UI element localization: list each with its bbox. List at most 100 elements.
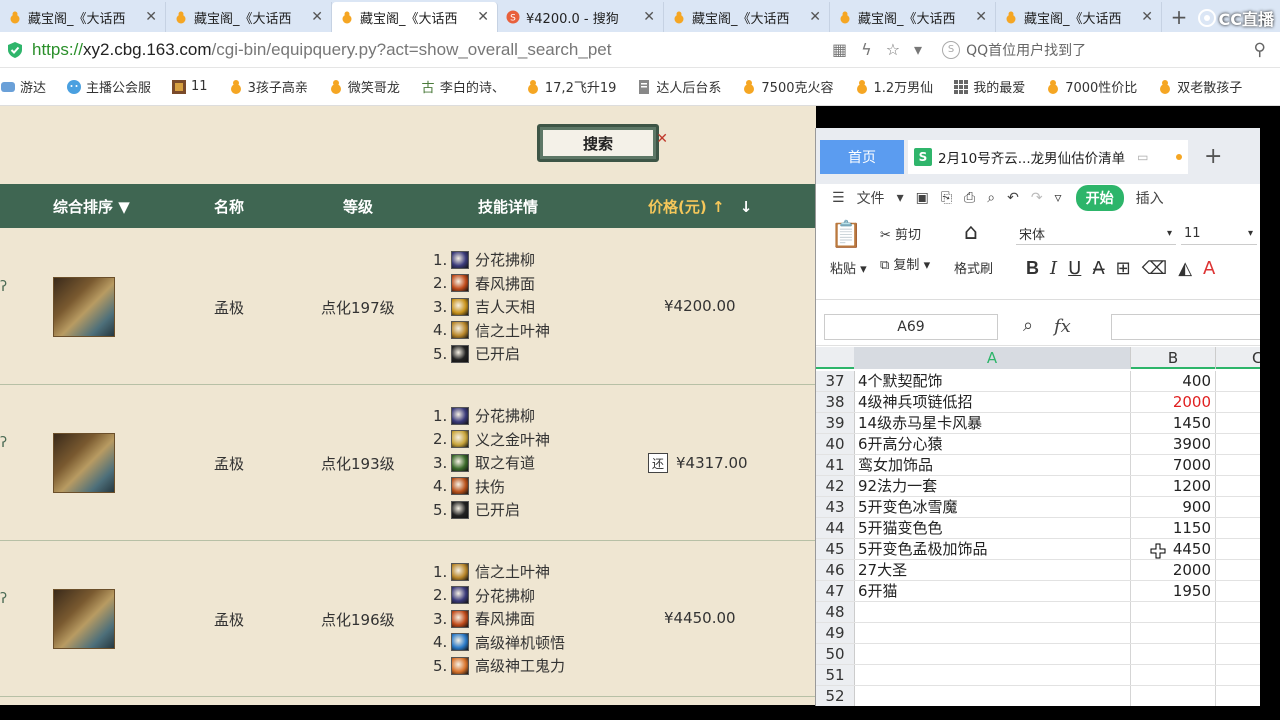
cell-c[interactable]: [1215, 518, 1260, 538]
bold-button[interactable]: B: [1026, 258, 1039, 279]
cell-c[interactable]: [1215, 497, 1260, 517]
cell-a[interactable]: 27大圣: [854, 560, 1130, 580]
skill-item[interactable]: 1. 分花拂柳: [433, 248, 550, 272]
skill-item[interactable]: 4. 高级禅机顿悟: [433, 631, 565, 655]
skill-item[interactable]: 1. 分花拂柳: [433, 404, 550, 428]
row-number[interactable]: 49: [816, 623, 854, 643]
column-header-a[interactable]: A: [854, 347, 1130, 369]
bookmark-item[interactable]: 达人后台系: [636, 77, 721, 96]
column-header-c[interactable]: C: [1215, 347, 1260, 369]
new-tab-button[interactable]: +: [1162, 2, 1196, 32]
row-number[interactable]: 38: [816, 392, 854, 412]
cell-c[interactable]: [1215, 371, 1260, 391]
underline-button[interactable]: U: [1068, 258, 1081, 279]
bookmark-item[interactable]: 微笑哥龙: [328, 77, 400, 96]
bookmark-item[interactable]: 3孩子高亲: [228, 77, 308, 96]
row-number[interactable]: 50: [816, 644, 854, 664]
cell-a[interactable]: [854, 602, 1130, 622]
row-number[interactable]: 43: [816, 497, 854, 517]
star-icon[interactable]: ☆: [886, 40, 900, 59]
pet-avatar[interactable]: [53, 589, 115, 649]
border-icon[interactable]: ⊞: [1116, 258, 1131, 279]
pet-name[interactable]: 孟极: [214, 297, 244, 318]
close-tab-icon[interactable]: ✕: [311, 9, 323, 25]
skill-item[interactable]: 2. 义之金叶神: [433, 428, 550, 452]
cell-c[interactable]: [1215, 665, 1260, 685]
pet-avatar[interactable]: [53, 277, 115, 337]
cell-a[interactable]: [854, 644, 1130, 664]
skill-item[interactable]: 3. 吉人天相: [433, 295, 550, 319]
cut-button[interactable]: ✂ 剪切: [880, 224, 921, 243]
browser-tab[interactable]: 藏宝阁_《大话西 ✕: [830, 2, 996, 32]
cell-b[interactable]: 1950: [1130, 581, 1215, 601]
search-icon[interactable]: ⚲: [1254, 40, 1266, 60]
cell-a[interactable]: 6开高分心猿: [854, 434, 1130, 454]
cell-a[interactable]: 5开变色冰雪魔: [854, 497, 1130, 517]
cell-c[interactable]: [1215, 686, 1260, 706]
bookmark-item[interactable]: 1.2万男仙: [854, 77, 933, 96]
address-search-suggestion[interactable]: S QQ首位用户找到了: [942, 40, 1253, 60]
cell-c[interactable]: [1215, 623, 1260, 643]
pet-listing-row[interactable]: ʔ 孟极 点化193级 1. 分花拂柳 2. 义之金叶神 3. 取之有道 4. 扶伤 5. 已开启 还 ¥4…: [0, 385, 816, 541]
bookmark-item[interactable]: 古李白的诗、: [420, 77, 505, 97]
cell-a[interactable]: 5开猫变色色: [854, 518, 1130, 538]
skill-item[interactable]: 4. 信之土叶神: [433, 319, 550, 343]
font-family-select[interactable]: 宋体 ▾: [1016, 223, 1176, 245]
cell-b[interactable]: 2000: [1130, 392, 1215, 412]
row-number[interactable]: 45: [816, 539, 854, 559]
paste-icon[interactable]: 📋: [830, 220, 862, 250]
skill-item[interactable]: 5. 高级神工鬼力: [433, 654, 565, 678]
monitor-icon[interactable]: ▭: [1137, 150, 1148, 164]
browser-tab[interactable]: 藏宝阁_《大话西 ✕: [332, 2, 498, 32]
cell-a[interactable]: [854, 665, 1130, 685]
chevron-down-icon[interactable]: ▾: [897, 190, 904, 206]
cell-b[interactable]: 1150: [1130, 518, 1215, 538]
skill-item[interactable]: 5. 已开启: [433, 342, 550, 366]
lightning-icon[interactable]: ϟ: [861, 40, 872, 59]
row-number[interactable]: 37: [816, 371, 854, 391]
cell-b[interactable]: 7000: [1130, 455, 1215, 475]
cell-a[interactable]: 4个默契配饰: [854, 371, 1130, 391]
pet-listing-row[interactable]: ʔ 孟极 点化196级 1. 信之土叶神 2. 分花拂柳 3. 春风拂面 4. 高级禅机顿悟 5. 高级…: [0, 541, 816, 697]
row-number[interactable]: 39: [816, 413, 854, 433]
cell-b[interactable]: 900: [1130, 497, 1215, 517]
file-menu[interactable]: 文件: [857, 188, 885, 208]
price-header[interactable]: 价格(元) ↑ ↓: [648, 196, 752, 217]
cell-b[interactable]: [1130, 665, 1215, 685]
haggle-badge[interactable]: 还: [648, 453, 668, 473]
column-header-b[interactable]: B: [1130, 347, 1215, 369]
close-tab-icon[interactable]: ✕: [643, 9, 655, 25]
cell-b[interactable]: [1130, 602, 1215, 622]
format-painter-button[interactable]: 格式刷: [954, 258, 993, 277]
browser-tab[interactable]: 藏宝阁_《大话西 ✕: [996, 2, 1162, 32]
cell-a[interactable]: 14级赤马星卡风暴: [854, 413, 1130, 433]
cell-b[interactable]: 400: [1130, 371, 1215, 391]
cell-a[interactable]: 4级神兵项链低招: [854, 392, 1130, 412]
cell-b[interactable]: 2000: [1130, 560, 1215, 580]
close-tab-icon[interactable]: ✕: [145, 9, 157, 25]
bookmark-item[interactable]: 17,2飞升19: [525, 77, 616, 96]
cell-a[interactable]: [854, 686, 1130, 706]
row-number[interactable]: 42: [816, 476, 854, 496]
cell-b[interactable]: 1450: [1130, 413, 1215, 433]
row-number[interactable]: 46: [816, 560, 854, 580]
close-tab-icon[interactable]: ✕: [477, 9, 489, 25]
skill-item[interactable]: 2. 春风拂面: [433, 272, 550, 296]
name-box[interactable]: A69: [824, 314, 998, 340]
browser-tab[interactable]: 藏宝阁_《大话西 ✕: [166, 2, 332, 32]
preview-icon[interactable]: ⌕: [987, 190, 995, 206]
pet-name[interactable]: 孟极: [214, 453, 244, 474]
more-icon[interactable]: ▿: [1055, 190, 1062, 206]
skill-item[interactable]: 1. 信之土叶神: [433, 560, 565, 584]
cell-c[interactable]: [1215, 560, 1260, 580]
font-dropdown-icon[interactable]: ▾: [1167, 228, 1172, 239]
formula-input[interactable]: [1111, 314, 1260, 340]
fx-icon[interactable]: fx: [1054, 316, 1071, 337]
save-icon[interactable]: ▣: [916, 190, 929, 206]
cell-a[interactable]: 92法力一套: [854, 476, 1130, 496]
row-number[interactable]: 41: [816, 455, 854, 475]
cell-b[interactable]: 4450: [1130, 539, 1215, 559]
wps-new-tab-button[interactable]: +: [1204, 144, 1222, 169]
cell-c[interactable]: [1215, 392, 1260, 412]
cell-a[interactable]: 5开变色孟极加饰品: [854, 539, 1130, 559]
